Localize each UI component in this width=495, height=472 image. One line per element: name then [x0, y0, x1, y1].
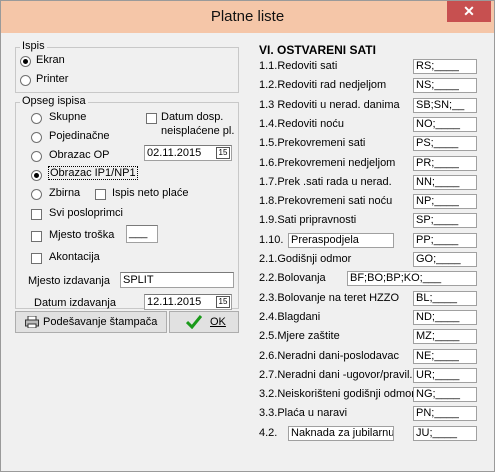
- pojedinacne-radio[interactable]: [31, 132, 42, 143]
- pojedinacne-label[interactable]: Pojedinačne: [49, 130, 110, 142]
- hours-row-label: 2.1.Godišnji odmor: [259, 253, 352, 265]
- section-header: VI. OSTVARENI SATI: [259, 43, 376, 57]
- hours-row-code-field[interactable]: JU;____: [413, 426, 477, 441]
- hours-row-code-field[interactable]: SP;____: [413, 213, 477, 228]
- printer-label[interactable]: Printer: [36, 73, 68, 85]
- mjesto-troska-value: ___: [129, 227, 148, 239]
- opseg-ispisa-group: Opseg ispisa Skupne Pojedinačne Obrazac …: [15, 95, 239, 310]
- calendar-icon[interactable]: 15: [216, 296, 230, 308]
- mjesto-izdavanja-value: SPLIT: [123, 274, 154, 286]
- podesavanje-label: Podešavanje štampača: [43, 316, 158, 328]
- svi-posloprimci-label[interactable]: Svi posloprimci: [49, 207, 123, 219]
- hours-row-label: 1.6.Prekovremeni nedjeljom: [259, 157, 396, 169]
- akontacija-checkbox[interactable]: [31, 253, 42, 264]
- mjesto-troska-label[interactable]: Mjesto troška: [49, 229, 114, 241]
- ok-button[interactable]: OK: [169, 311, 239, 333]
- dialog-client: Ispis Ekran Printer Opseg ispisa Skupne …: [9, 33, 488, 465]
- mjesto-troska-checkbox[interactable]: [31, 231, 42, 242]
- ispis-neto-label[interactable]: Ispis neto plaće: [112, 187, 188, 199]
- datum-izdavanja-label: Datum izdavanja: [34, 297, 116, 309]
- akontacija-label[interactable]: Akontacija: [49, 251, 100, 263]
- hours-row-label: 2.2.Bolovanja: [259, 272, 326, 284]
- printer-radio[interactable]: [20, 75, 31, 86]
- hours-row-code-field[interactable]: NN;____: [413, 175, 477, 190]
- obrazac-ip1-radio[interactable]: [31, 170, 42, 181]
- hours-row-code-field[interactable]: BL;____: [413, 291, 477, 306]
- hours-row-label: 2.7.Neradni dani -ugovor/pravil.: [259, 369, 413, 381]
- calendar-icon[interactable]: 15: [216, 147, 230, 159]
- printer-icon: [25, 315, 39, 329]
- hours-row-code-field[interactable]: NS;____: [413, 78, 477, 93]
- datum-izdavanja-value: 12.11.2015: [147, 296, 202, 308]
- checkmark-icon: [185, 315, 203, 332]
- datum-dosp-value: 02.11.2015: [147, 147, 202, 159]
- title-bar: Platne liste ✕: [1, 1, 494, 33]
- zbirna-label[interactable]: Zbirna: [49, 187, 80, 199]
- hours-row-code-field[interactable]: PS;____: [413, 136, 477, 151]
- hours-row-label: 2.3.Bolovanje na teret HZZO: [259, 292, 400, 304]
- hours-row-label: 1.4.Redoviti noću: [259, 118, 344, 130]
- ekran-radio[interactable]: [20, 56, 31, 67]
- hours-row-code-field[interactable]: ND;____: [413, 310, 477, 325]
- mjesto-izdavanja-field[interactable]: SPLIT: [120, 272, 234, 288]
- platne-liste-window: Platne liste ✕ Ispis Ekran Printer Opseg…: [0, 0, 495, 472]
- mjesto-troska-field[interactable]: ___: [126, 225, 158, 243]
- hours-row-label: 1.10.: [259, 234, 284, 246]
- obrazac-op-radio[interactable]: [31, 151, 42, 162]
- hours-row-code-field[interactable]: SB;SN;__: [413, 98, 477, 113]
- ispis-legend: Ispis: [20, 40, 47, 52]
- window-title: Platne liste: [210, 8, 285, 25]
- hours-row-description-field[interactable]: Preraspodjela: [288, 233, 394, 248]
- skupne-label[interactable]: Skupne: [49, 111, 86, 123]
- ok-label: OK: [210, 316, 226, 328]
- hours-row-code-field[interactable]: NE;____: [413, 349, 477, 364]
- hours-row-label: 3.2.Neiskorišteni godišnji odmor: [259, 388, 415, 400]
- hours-row-code-field[interactable]: NO;____: [413, 117, 477, 132]
- hours-row-label: 1.3 Redoviti u nerad. danima: [259, 99, 400, 111]
- hours-row-label: 1.7.Prek .sati rada u nerad.: [259, 176, 392, 188]
- ispis-group: Ispis Ekran Printer: [15, 40, 239, 93]
- opseg-legend: Opseg ispisa: [20, 95, 88, 107]
- hours-row-code-field[interactable]: PR;____: [413, 156, 477, 171]
- hours-row-code-field[interactable]: NP;____: [413, 194, 477, 209]
- mjesto-izdavanja-label: Mjesto izdavanja: [28, 275, 110, 287]
- close-button[interactable]: ✕: [447, 1, 491, 22]
- obrazac-ip1-label[interactable]: Obrazac IP1/NP1: [48, 166, 138, 180]
- hours-row-label: 2.4.Blagdani: [259, 311, 321, 323]
- datum-dosp-label-1: Datum dosp.: [161, 111, 224, 123]
- hours-row-label: 2.5.Mjere zaštite: [259, 330, 340, 342]
- hours-row-code-field[interactable]: PN;____: [413, 406, 477, 421]
- datum-dosp-label-2: neisplaćene pl.: [161, 125, 235, 137]
- skupne-radio[interactable]: [31, 113, 42, 124]
- hours-row-code-field[interactable]: PP;____: [413, 233, 477, 248]
- hours-row-label: 4.2.: [259, 427, 278, 439]
- podesavanje-stampaca-button[interactable]: Podešavanje štampača: [15, 311, 167, 333]
- hours-row-label: 1.9.Sati pripravnosti: [259, 214, 357, 226]
- hours-row-code-field[interactable]: GO;____: [413, 252, 477, 267]
- hours-row-label: 1.1.Redoviti sati: [259, 60, 338, 72]
- svi-posloprimci-checkbox[interactable]: [31, 209, 42, 220]
- ekran-label[interactable]: Ekran: [36, 54, 65, 66]
- zbirna-radio[interactable]: [31, 189, 42, 200]
- hours-row-label: 3.3.Plaća u naravi: [259, 407, 348, 419]
- ispis-neto-checkbox[interactable]: [95, 189, 106, 200]
- datum-dosp-checkbox[interactable]: [146, 113, 157, 124]
- hours-row-code-field[interactable]: NG;____: [413, 387, 477, 402]
- hours-row-code-field[interactable]: RS;____: [413, 59, 477, 74]
- hours-row-code-field[interactable]: UR;____: [413, 368, 477, 383]
- hours-row-label: 1.8.Prekovremeni sati noću: [259, 195, 393, 207]
- hours-row-label: 1.5.Prekovremeni sati: [259, 137, 366, 149]
- obrazac-op-label[interactable]: Obrazac OP: [49, 149, 110, 161]
- hours-row-label: 2.6.Neradni dani-poslodavac: [259, 350, 400, 362]
- hours-row-code-field[interactable]: MZ;____: [413, 329, 477, 344]
- hours-row-code-field[interactable]: BF;BO;BP;KO;___: [347, 271, 477, 286]
- hours-row-label: 1.2.Redoviti rad nedjeljom: [259, 79, 387, 91]
- hours-row-description-field[interactable]: Naknada za jubilarnu n: [288, 426, 394, 441]
